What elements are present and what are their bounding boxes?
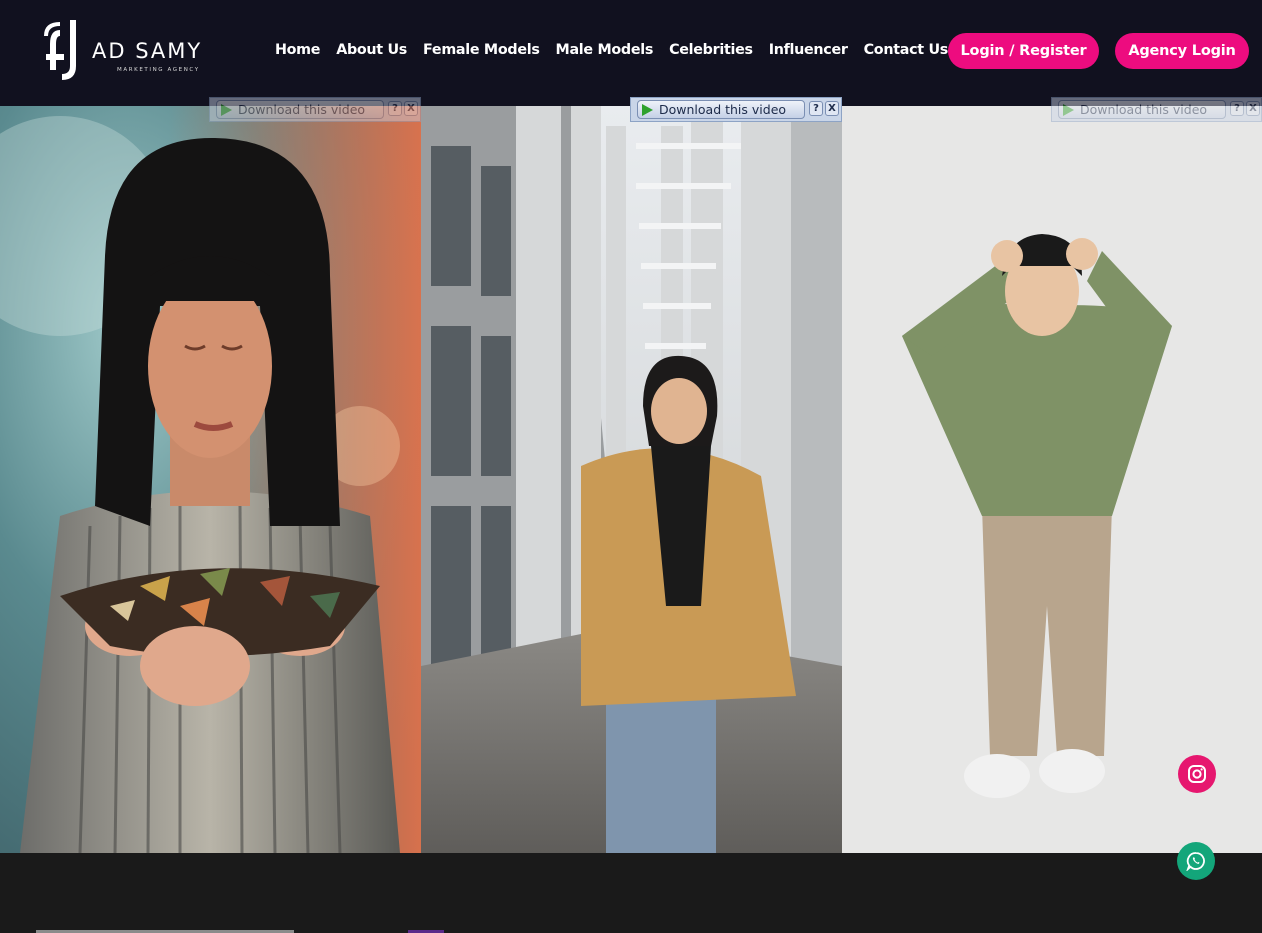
instagram-button[interactable] [1178, 755, 1216, 793]
brand-tagline: MARKETING AGENCY [117, 67, 200, 73]
logo-mark-icon [44, 20, 76, 80]
help-button-1[interactable]: ? [388, 101, 402, 116]
nav-influencer[interactable]: Influencer [769, 42, 848, 58]
nav-about-us[interactable]: About Us [336, 42, 407, 58]
download-video-button-2[interactable]: Download this video [637, 100, 805, 119]
video-frame-1 [0, 106, 421, 853]
video-panel-woman-walking[interactable] [421, 106, 842, 853]
video-frame-3 [842, 106, 1262, 853]
whatsapp-icon [1186, 852, 1205, 871]
video-frame-2 [421, 106, 842, 853]
brand-name: AD SAMY [92, 39, 203, 63]
agency-login-button[interactable]: Agency Login [1115, 33, 1249, 69]
download-video-button-3[interactable]: Download this video [1058, 100, 1226, 119]
video-panel-boy-sweater[interactable] [842, 106, 1262, 853]
brand-logo[interactable]: AD SAMY MARKETING AGENCY [42, 16, 232, 84]
nav-contact-us[interactable]: Contact Us [864, 42, 949, 58]
download-label: Download this video [659, 102, 787, 117]
play-icon [1063, 103, 1074, 116]
close-button-3[interactable]: X [1246, 101, 1260, 116]
download-toolbar-1: Download this video ? X [209, 97, 421, 122]
download-label: Download this video [238, 102, 366, 117]
close-button-2[interactable]: X [825, 101, 839, 116]
download-toolbar-2: Download this video ? X [630, 97, 842, 122]
help-button-3[interactable]: ? [1230, 101, 1244, 116]
login-register-button[interactable]: Login / Register [948, 33, 1099, 69]
whatsapp-button[interactable] [1177, 842, 1215, 880]
nav-male-models[interactable]: Male Models [556, 42, 654, 58]
nav-celebrities[interactable]: Celebrities [669, 42, 753, 58]
video-panel-woman-confetti[interactable] [0, 106, 421, 853]
close-button-1[interactable]: X [404, 101, 418, 116]
instagram-icon [1188, 765, 1206, 783]
play-icon [221, 103, 232, 116]
download-video-button-1[interactable]: Download this video [216, 100, 384, 119]
nav-female-models[interactable]: Female Models [423, 42, 540, 58]
download-label: Download this video [1080, 102, 1208, 117]
nav-home[interactable]: Home [275, 42, 320, 58]
site-header: AD SAMY MARKETING AGENCY Home About Us F… [0, 0, 1262, 106]
play-icon [642, 103, 653, 116]
main-nav: Home About Us Female Models Male Models … [275, 42, 948, 58]
download-toolbar-3: Download this video ? X [1051, 97, 1262, 122]
help-button-2[interactable]: ? [809, 101, 823, 116]
